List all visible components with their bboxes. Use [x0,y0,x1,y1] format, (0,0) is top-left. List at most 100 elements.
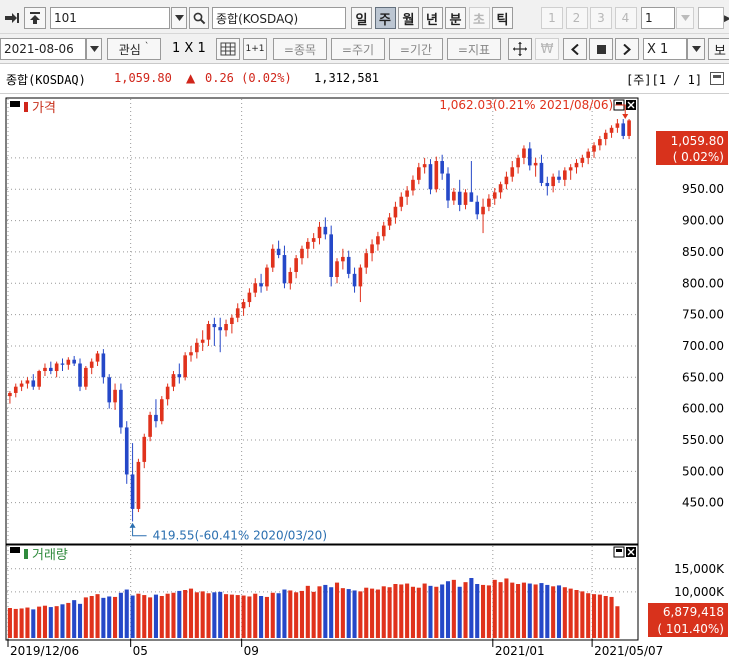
date-field[interactable]: 2021-08-06 [0,38,86,60]
volume-bar [539,583,544,638]
volume-bar [370,588,375,638]
volume-bar [545,584,550,638]
period-button-minute[interactable]: 분 [445,7,466,29]
count-dropdown-icon[interactable] [676,7,694,29]
price-panel-label: 가격 [32,101,56,116]
period-button-month[interactable]: 월 [398,7,419,29]
high-annotation: 1,062.03(0.21% 2021/08/06) [439,98,613,112]
period-link-button[interactable]: =주기 [331,38,385,60]
volume-bar [445,581,451,638]
volume-bar [364,587,369,638]
volume-bar [229,594,234,638]
last-price-label: 1,059.80 ( 0.02%) [656,131,728,165]
volume-bar [311,591,316,638]
volume-bar [340,588,345,638]
chart-count-button-3[interactable]: 3 [590,7,612,29]
period-button-year[interactable]: 년 [421,7,443,29]
code-input[interactable]: 101 [50,7,170,29]
volume-bar [469,578,474,638]
indicator-link-button[interactable]: =지표 [447,38,501,60]
volume-bar [218,591,223,638]
zoom-select[interactable]: X 1 [643,38,687,60]
candle [84,366,88,390]
panel-toggle-icon[interactable] [10,101,20,107]
volume-bar [259,596,264,638]
volume-bar [282,589,287,638]
volume-bar [568,588,573,638]
chart-area[interactable]: 15,000K10,000K 1,000.00950.00900.00850.0… [0,94,729,661]
layout-label: 1 X 1 [172,41,206,56]
quote-bar: 종합(KOSDAQ) 1,059.80 ▲ 0.26 (0.02%) 1,312… [0,64,729,94]
volume-bar [375,589,380,638]
tick-mark-icon: ` [144,42,150,52]
stop-icon[interactable] [589,38,613,60]
volume-bar [609,596,614,638]
volume-bar [317,586,322,638]
volume-tick-label: 15,000K [674,562,725,576]
volume-bar [223,594,229,638]
range-link-button[interactable]: =기간 [389,38,443,60]
blank-field[interactable] [698,7,724,29]
date-dropdown-icon[interactable] [86,38,102,60]
quote-name: 종합(KOSDAQ) [6,73,86,87]
volume-bar [148,597,153,638]
chart-count-button-1[interactable]: 1 [541,7,563,29]
period-button-second[interactable]: 초 [468,7,490,29]
link-arrow-icon[interactable] [2,7,22,29]
x-tick-label: 09 [244,644,259,658]
code-dropdown-icon[interactable] [171,7,187,29]
index-name-field[interactable]: 종합(KOSDAQ) [212,7,346,29]
volume-tick-label: 10,000K [674,585,725,599]
volume-bar [481,584,486,638]
volume-bar [381,586,386,638]
volume-bar [42,605,48,638]
search-icon[interactable] [189,7,209,29]
volume-bar [463,582,468,638]
volume-bar [212,592,217,638]
window-icon[interactable] [710,72,724,85]
period-button-day[interactable]: 일 [351,7,372,29]
count-select[interactable]: 1 [641,7,675,29]
volume-bar [510,582,515,638]
view-button[interactable]: 보 [708,38,729,60]
chart-count-button-4[interactable]: 4 [614,7,637,29]
volume-bar [95,594,100,638]
volume-bar [142,595,147,638]
interest-button[interactable]: 관심 ` [107,38,161,60]
volume-bar [428,585,433,638]
chart-count-button-2[interactable]: 2 [565,7,588,29]
split-button[interactable]: 1+1 [243,38,267,60]
grid-icon[interactable] [216,38,240,60]
crosshair-icon[interactable] [508,38,532,60]
volume-bar [358,591,363,638]
volume-bar [264,596,269,638]
volume-bar [253,593,258,638]
quote-volume: 1,312,581 [314,71,380,85]
zoom-dropdown-icon[interactable] [687,38,705,60]
volume-bar [498,582,503,638]
period-button-tick[interactable]: 틱 [492,7,513,29]
volume-bar [323,584,328,638]
volume-bar [562,587,567,638]
panel-toggle-icon[interactable] [10,547,20,553]
volume-bar [206,593,211,638]
upload-icon[interactable] [24,7,46,29]
won-icon[interactable]: ₩ [535,38,559,60]
volume-bar [54,606,59,638]
volume-bar [556,585,562,638]
volume-bar [434,586,439,638]
stock-link-button[interactable]: =종목 [273,38,327,60]
y-tick-label: 450.00 [682,496,724,510]
volume-bar [580,591,585,638]
candle [119,383,123,434]
candle [124,421,129,484]
period-button-week[interactable]: 주 [374,7,396,29]
y-tick-label: 500.00 [682,464,724,478]
prev-icon[interactable] [563,38,587,60]
scroll-right-icon[interactable]: ▶ [724,14,729,24]
volume-bar [591,594,597,638]
next-icon[interactable] [615,38,639,60]
volume-bar [241,595,246,638]
volume-bar [551,586,556,638]
volume-bar [393,584,398,638]
